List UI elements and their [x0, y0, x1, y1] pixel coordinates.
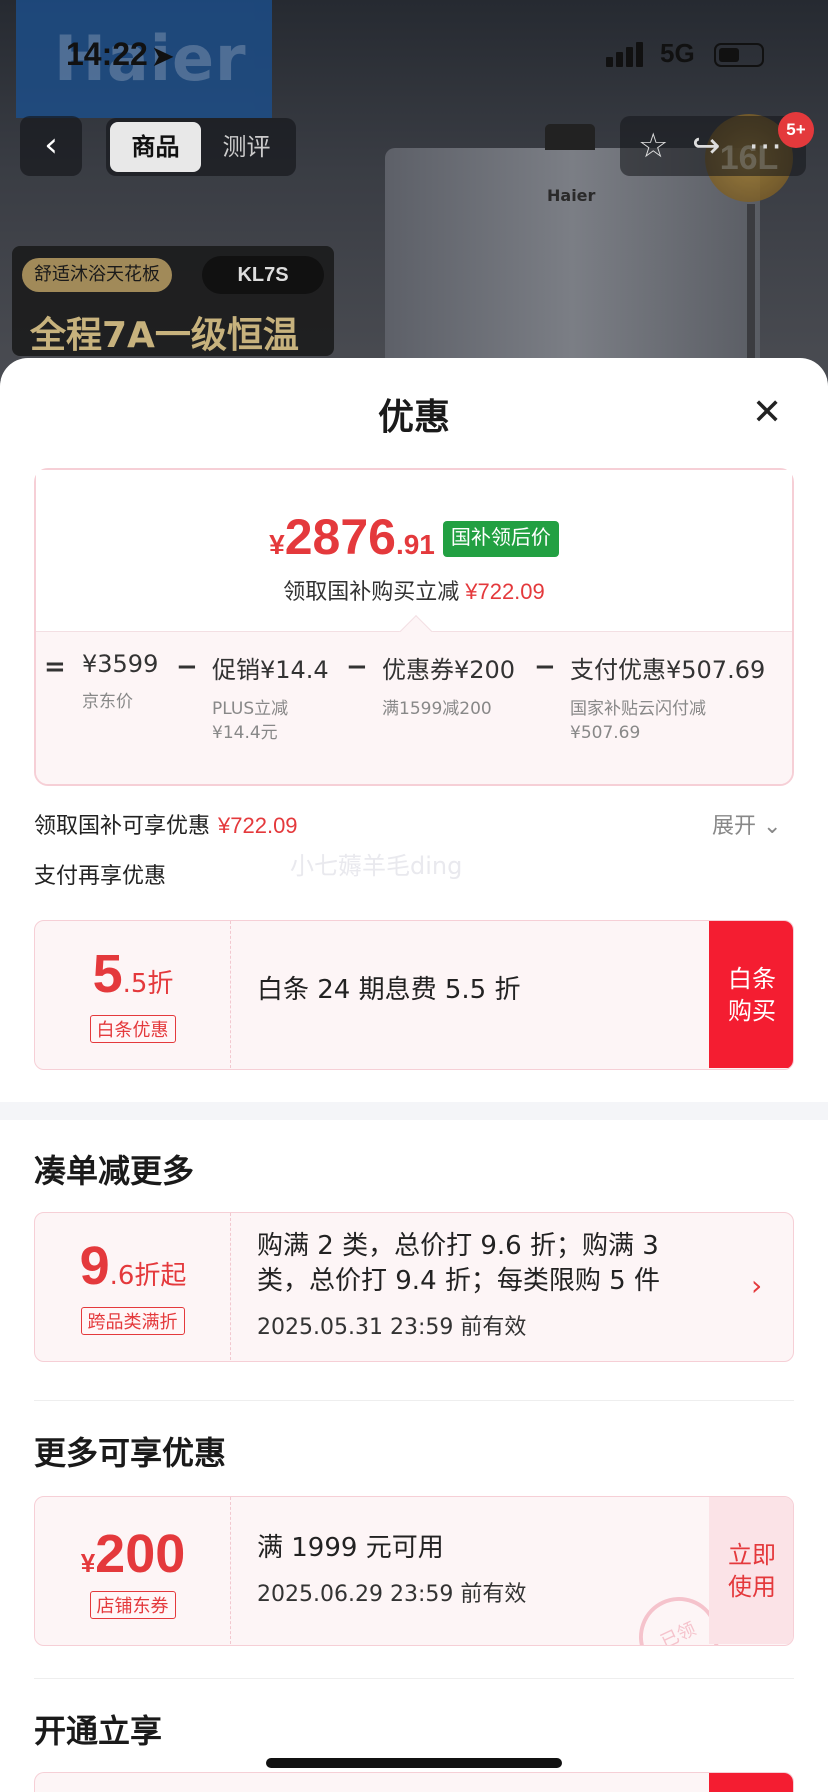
top-tabs: 商品 测评 [106, 118, 296, 176]
coupon-text: 满 1999 元可用 [257, 1533, 444, 1563]
price-breakdown: = ¥3599 京东价 − 促销¥14.4 PLUS立减 ¥14.4元 − 优惠… [36, 632, 792, 784]
subsidy-price-tag: 国补领后价 [442, 521, 559, 557]
message-badge: 5+ [778, 112, 814, 148]
breakdown-payment: 支付优惠¥507.69 国家补贴云闪付减 ¥507.69 [570, 656, 766, 743]
breakdown-jd-price: ¥3599 京东价 [82, 650, 159, 712]
coupon-date: 2025.06.29 23:59 前有效 [257, 1582, 527, 1607]
coupon-text: 白条 24 期息费 5.5 折 [257, 975, 521, 1005]
feature-pill: 舒适沐浴天花板 [22, 258, 172, 292]
subsidy-row: 领取国补可享优惠 ¥722.09 [34, 813, 298, 839]
star-icon[interactable]: ☆ [638, 126, 668, 166]
use-now-button[interactable]: 立即 使用 [709, 1497, 793, 1644]
pay-more-label: 支付再享优惠 [34, 864, 167, 889]
final-price: ¥2876.91 国补领后价 [36, 508, 792, 566]
share-icon[interactable]: ↪ [692, 126, 721, 166]
section-title-extra: 更多可享优惠 [34, 1434, 227, 1472]
back-button[interactable]: ‹ [20, 116, 82, 176]
coupon-label: 店铺东券 [89, 1591, 176, 1619]
coupon-text: 购满 2 类，总价打 9.6 折；购满 3 类，总价打 9.4 折；每类限购 5… [257, 1231, 660, 1296]
discount-sheet: 优惠 ✕ ¥2876.91 国补领后价 领取国补购买立减 ¥722.09 = ¥35… [0, 358, 828, 1792]
close-icon[interactable]: ✕ [752, 392, 782, 433]
battery-icon [714, 43, 764, 67]
section-title-more: 凑单减更多 [34, 1152, 195, 1190]
network-type: 5G [660, 38, 695, 68]
status-time: 14:22 ➤ [66, 36, 174, 72]
chevron-down-icon: ⌄ [763, 814, 782, 839]
coupon-label: 跨品类满折 [80, 1307, 185, 1335]
product-image: Haier [385, 124, 760, 384]
baitiao-coupon: 5.5折 白条优惠 白条 24 期息费 5.5 折 白条 购买 [34, 920, 794, 1070]
price-reduction: 领取国补购买立减 ¥722.09 [283, 579, 545, 605]
store-coupon: ¥200 店铺东券 满 1999 元可用 2025.06.29 23:59 前有… [34, 1496, 794, 1646]
breakdown-promotion: 促销¥14.4 PLUS立减 ¥14.4元 [212, 656, 329, 743]
location-icon: ➤ [151, 41, 174, 71]
coupon-date: 2025.05.31 23:59 前有效 [257, 1315, 527, 1340]
tab-product[interactable]: 商品 [110, 122, 201, 172]
home-indicator [266, 1758, 562, 1768]
signal-icon [606, 42, 646, 67]
feature-banner: 舒适沐浴天花板 KL7S 全程7A一级恒温 [12, 246, 334, 356]
tab-review[interactable]: 测评 [201, 122, 292, 172]
chevron-right-icon: › [751, 1269, 763, 1302]
model-pill: KL7S [202, 256, 324, 294]
expand-button[interactable]: 展开 ⌄ [712, 808, 781, 840]
partial-coupon [34, 1772, 794, 1792]
baitiao-buy-button[interactable]: 白条 购买 [709, 921, 793, 1068]
breakdown-coupon: 优惠券¥200 满1599减200 [382, 656, 516, 719]
more-icon[interactable]: ⋯ [748, 126, 782, 166]
feature-headline: 全程7A一级恒温 [30, 315, 299, 356]
chevron-left-icon: ‹ [44, 125, 58, 165]
sheet-title: 优惠 [377, 397, 450, 438]
coupon-label: 白条优惠 [89, 1015, 176, 1043]
cross-category-coupon[interactable]: 9.6折起 跨品类满折 购满 2 类，总价打 9.6 折；购满 3 类，总价打 … [34, 1212, 794, 1362]
price-summary: ¥2876.91 国补领后价 领取国补购买立减 ¥722.09 = ¥3599 京东… [34, 468, 794, 786]
section-divider [0, 1102, 828, 1120]
status-bar: 14:22 ➤ 5G [0, 0, 828, 110]
section-title-open: 开通立享 [34, 1712, 163, 1750]
